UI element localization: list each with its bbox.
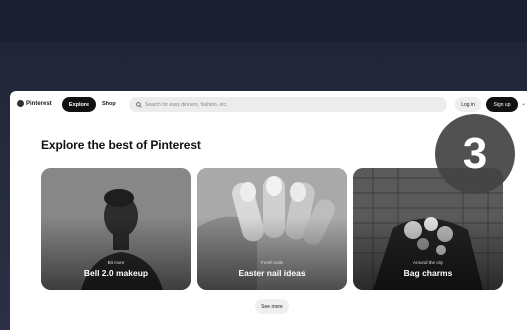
card-bag-charms-kicker: Around the city bbox=[412, 260, 444, 265]
login-button[interactable]: Log in bbox=[455, 97, 481, 112]
pinterest-logo[interactable]: Pinterest bbox=[17, 100, 52, 107]
page-title: Explore the best of Pinterest bbox=[41, 138, 201, 152]
search-bar[interactable] bbox=[129, 97, 447, 112]
card-nails-title: Easter nail ideas bbox=[238, 268, 306, 278]
logo-text: Pinterest bbox=[26, 100, 52, 107]
chevron-down-icon[interactable]: ⌄ bbox=[521, 100, 526, 107]
pinterest-logo-icon bbox=[17, 100, 24, 107]
card-nails-kicker: Fresh nails bbox=[260, 260, 283, 265]
signup-button[interactable]: Sign up bbox=[486, 97, 518, 112]
card-makeup-title: Bell 2.0 makeup bbox=[83, 268, 149, 278]
tab-explore[interactable]: Explore bbox=[62, 97, 96, 112]
step-number-badge: 3 bbox=[435, 114, 515, 194]
search-icon bbox=[136, 101, 142, 108]
top-nav: Pinterest Explore Shop Log in Sign up ⌄ bbox=[10, 91, 527, 119]
card-makeup[interactable]: Bit more Bell 2.0 makeup bbox=[41, 168, 191, 290]
search-input[interactable] bbox=[145, 101, 425, 108]
card-nails[interactable]: Fresh nails Easter nail ideas bbox=[197, 168, 347, 290]
card-bag-charms-title: Bag charms bbox=[403, 268, 453, 278]
card-makeup-kicker: Bit more bbox=[107, 260, 125, 265]
tab-shop[interactable]: Shop bbox=[102, 101, 116, 107]
see-more-button[interactable]: See more bbox=[255, 299, 289, 314]
top-background-band bbox=[0, 0, 527, 42]
pinterest-window: Pinterest Explore Shop Log in Sign up ⌄ … bbox=[10, 91, 527, 330]
